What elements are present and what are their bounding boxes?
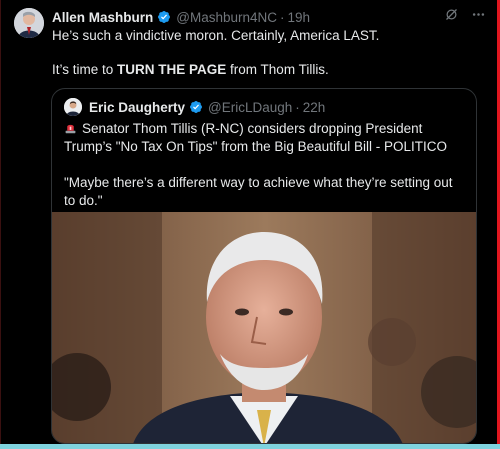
- quoted-tweet[interactable]: Eric Daugherty @EricLDaugh · 22h Senator…: [51, 88, 477, 444]
- quote-paragraph-1: Senator Thom Tillis (R-NC) considers dro…: [64, 120, 464, 156]
- tweet-line-2-suffix: from Thom Tillis.: [226, 62, 329, 77]
- tweet-line-2: It’s time to TURN THE PAGE from Thom Til…: [52, 61, 482, 79]
- author-name[interactable]: Allen Mashburn: [52, 10, 153, 25]
- tweet-header: Allen Mashburn @Mashburn4NC · 19h: [52, 7, 492, 27]
- tweet-time[interactable]: 19h: [288, 10, 311, 25]
- quote-separator: ·: [295, 99, 300, 115]
- author-handle[interactable]: @Mashburn4NC: [176, 10, 277, 25]
- verified-badge-icon: [157, 10, 171, 24]
- quote-media-image[interactable]: [52, 212, 476, 443]
- quote-paragraph-1-text: Senator Thom Tillis (R-NC) considers dro…: [64, 121, 447, 154]
- header-separator: ·: [280, 9, 285, 25]
- siren-emoji-icon: [64, 121, 77, 134]
- quote-author-name[interactable]: Eric Daugherty: [89, 100, 185, 115]
- more-icon[interactable]: [471, 7, 486, 28]
- quote-paragraph-2: "Maybe there’s a different way to achiev…: [64, 175, 453, 208]
- bottom-accent-bar: [0, 444, 500, 449]
- quote-text: Senator Thom Tillis (R-NC) considers dro…: [64, 120, 464, 210]
- tweet-text: He’s such a vindictive moron. Certainly,…: [52, 27, 482, 79]
- grok-icon[interactable]: [444, 7, 459, 28]
- tweet-line-2-bold: TURN THE PAGE: [117, 62, 227, 77]
- quote-author-handle[interactable]: @EricLDaugh: [208, 100, 292, 115]
- quote-author-avatar: [64, 98, 82, 116]
- quote-header: Eric Daugherty @EricLDaugh · 22h: [64, 98, 325, 116]
- author-avatar[interactable]: [14, 8, 44, 38]
- quote-time[interactable]: 22h: [303, 100, 326, 115]
- quote-verified-badge-icon: [189, 100, 203, 114]
- tweet-line-2-prefix: It’s time to: [52, 62, 118, 77]
- tweet-line-1: He’s such a vindictive moron. Certainly,…: [52, 28, 380, 43]
